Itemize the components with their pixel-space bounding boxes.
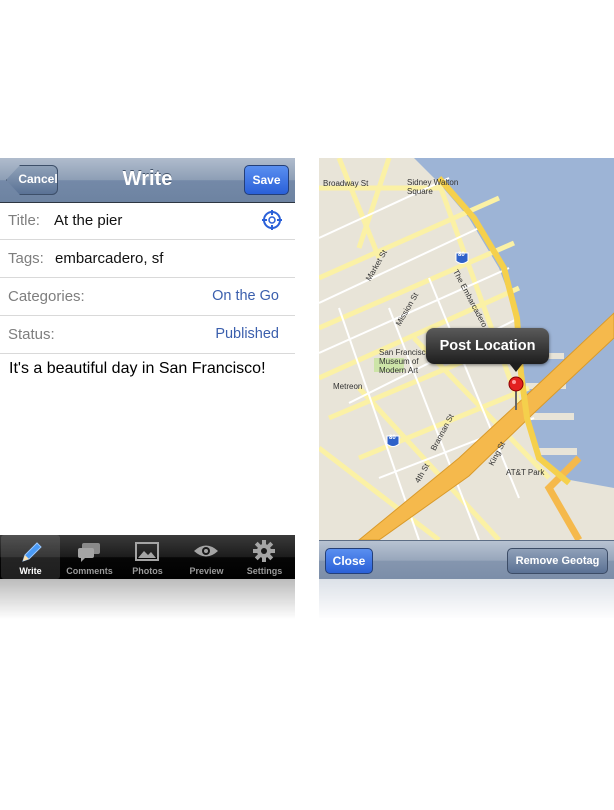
interstate-label-1: 80 [458,252,465,258]
map-pin-icon [508,376,524,392]
left-reflection [0,579,295,619]
map-label-att-park: AT&T Park [506,468,545,477]
right-reflection [319,579,614,619]
photo-icon [135,542,159,561]
interstate-label-2: 80 [389,435,396,441]
tab-write[interactable]: Write [1,535,60,579]
status-value[interactable]: Published [215,316,279,353]
close-button[interactable]: Close [325,548,373,574]
tab-comments-label: Comments [66,566,113,576]
tab-photos-label: Photos [132,566,163,576]
tab-write-label: Write [19,566,42,576]
eye-icon [194,545,218,557]
navigation-bar: Cancel Write Save [0,158,295,203]
title-field[interactable]: At the pier [54,202,122,239]
post-body-textarea[interactable]: It's a beautiful day in San Francisco! [9,360,266,378]
categories-value[interactable]: On the Go [212,278,279,315]
status-row[interactable]: Status: Published [0,316,295,354]
tab-settings-label: Settings [246,566,283,576]
tab-preview[interactable]: Preview [177,535,236,579]
tab-photos[interactable]: Photos [118,535,177,579]
title-label: Title: [8,212,40,229]
map-label-sidney: Sidney Walton Square [407,178,459,196]
map-screen: Broadway St Sidney Walton Square The Emb… [319,158,614,579]
speech-bubbles-icon [78,543,100,562]
save-button[interactable]: Save [244,165,289,195]
map-label-metreon: Metreon [333,382,363,391]
tab-bar: Write Comments Photos Preview Settings [0,535,295,579]
gear-icon [253,540,275,562]
map-toolbar: Close Remove Geotag [319,540,614,579]
tags-label: Tags: [8,250,44,267]
tags-row[interactable]: Tags: embarcadero, sf [0,240,295,278]
location-crosshair-icon[interactable] [262,210,282,230]
categories-row[interactable]: Categories: On the Go [0,278,295,316]
write-screen: Cancel Write Save Title: At the pier Tag… [0,158,295,579]
post-location-callout[interactable]: Post Location [426,328,549,364]
title-row[interactable]: Title: At the pier [0,202,295,240]
tab-preview-label: Preview [189,566,224,576]
pencil-icon [22,542,42,562]
tab-settings[interactable]: Settings [235,535,294,579]
categories-label: Categories: [8,288,85,305]
tags-field[interactable]: embarcadero, sf [55,240,163,277]
callout-pointer [509,363,523,372]
map-label-broadway: Broadway St [323,179,369,188]
remove-geotag-button[interactable]: Remove Geotag [507,548,608,574]
status-label: Status: [8,326,55,343]
tab-comments[interactable]: Comments [60,535,119,579]
